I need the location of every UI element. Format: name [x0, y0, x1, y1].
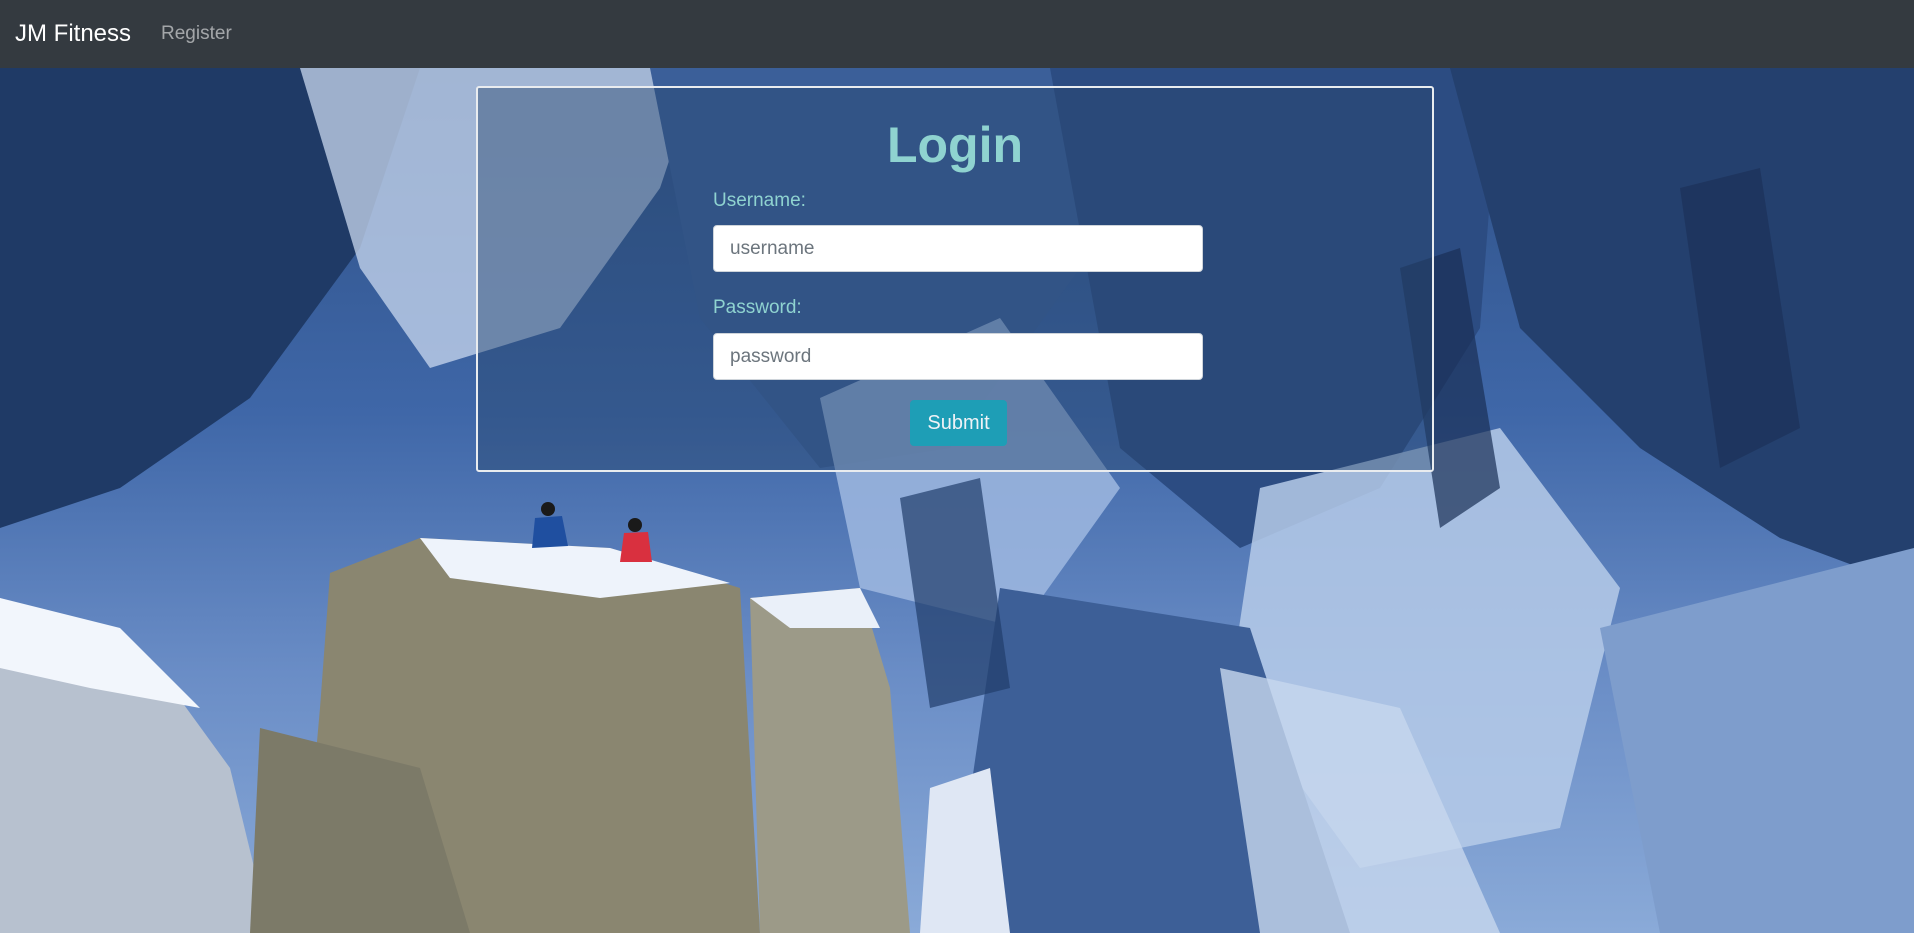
login-panel: Login Username: Password: Submit [476, 86, 1434, 472]
password-label: Password: [713, 297, 802, 318]
username-input[interactable] [713, 225, 1203, 272]
login-title: Login [886, 117, 1024, 173]
password-input[interactable] [713, 333, 1203, 380]
register-link[interactable]: Register [161, 23, 232, 45]
username-label: Username: [713, 190, 806, 211]
brand-link[interactable]: JM Fitness [15, 20, 131, 48]
navbar: JM Fitness Register [0, 0, 1914, 68]
submit-button[interactable]: Submit [910, 400, 1007, 446]
